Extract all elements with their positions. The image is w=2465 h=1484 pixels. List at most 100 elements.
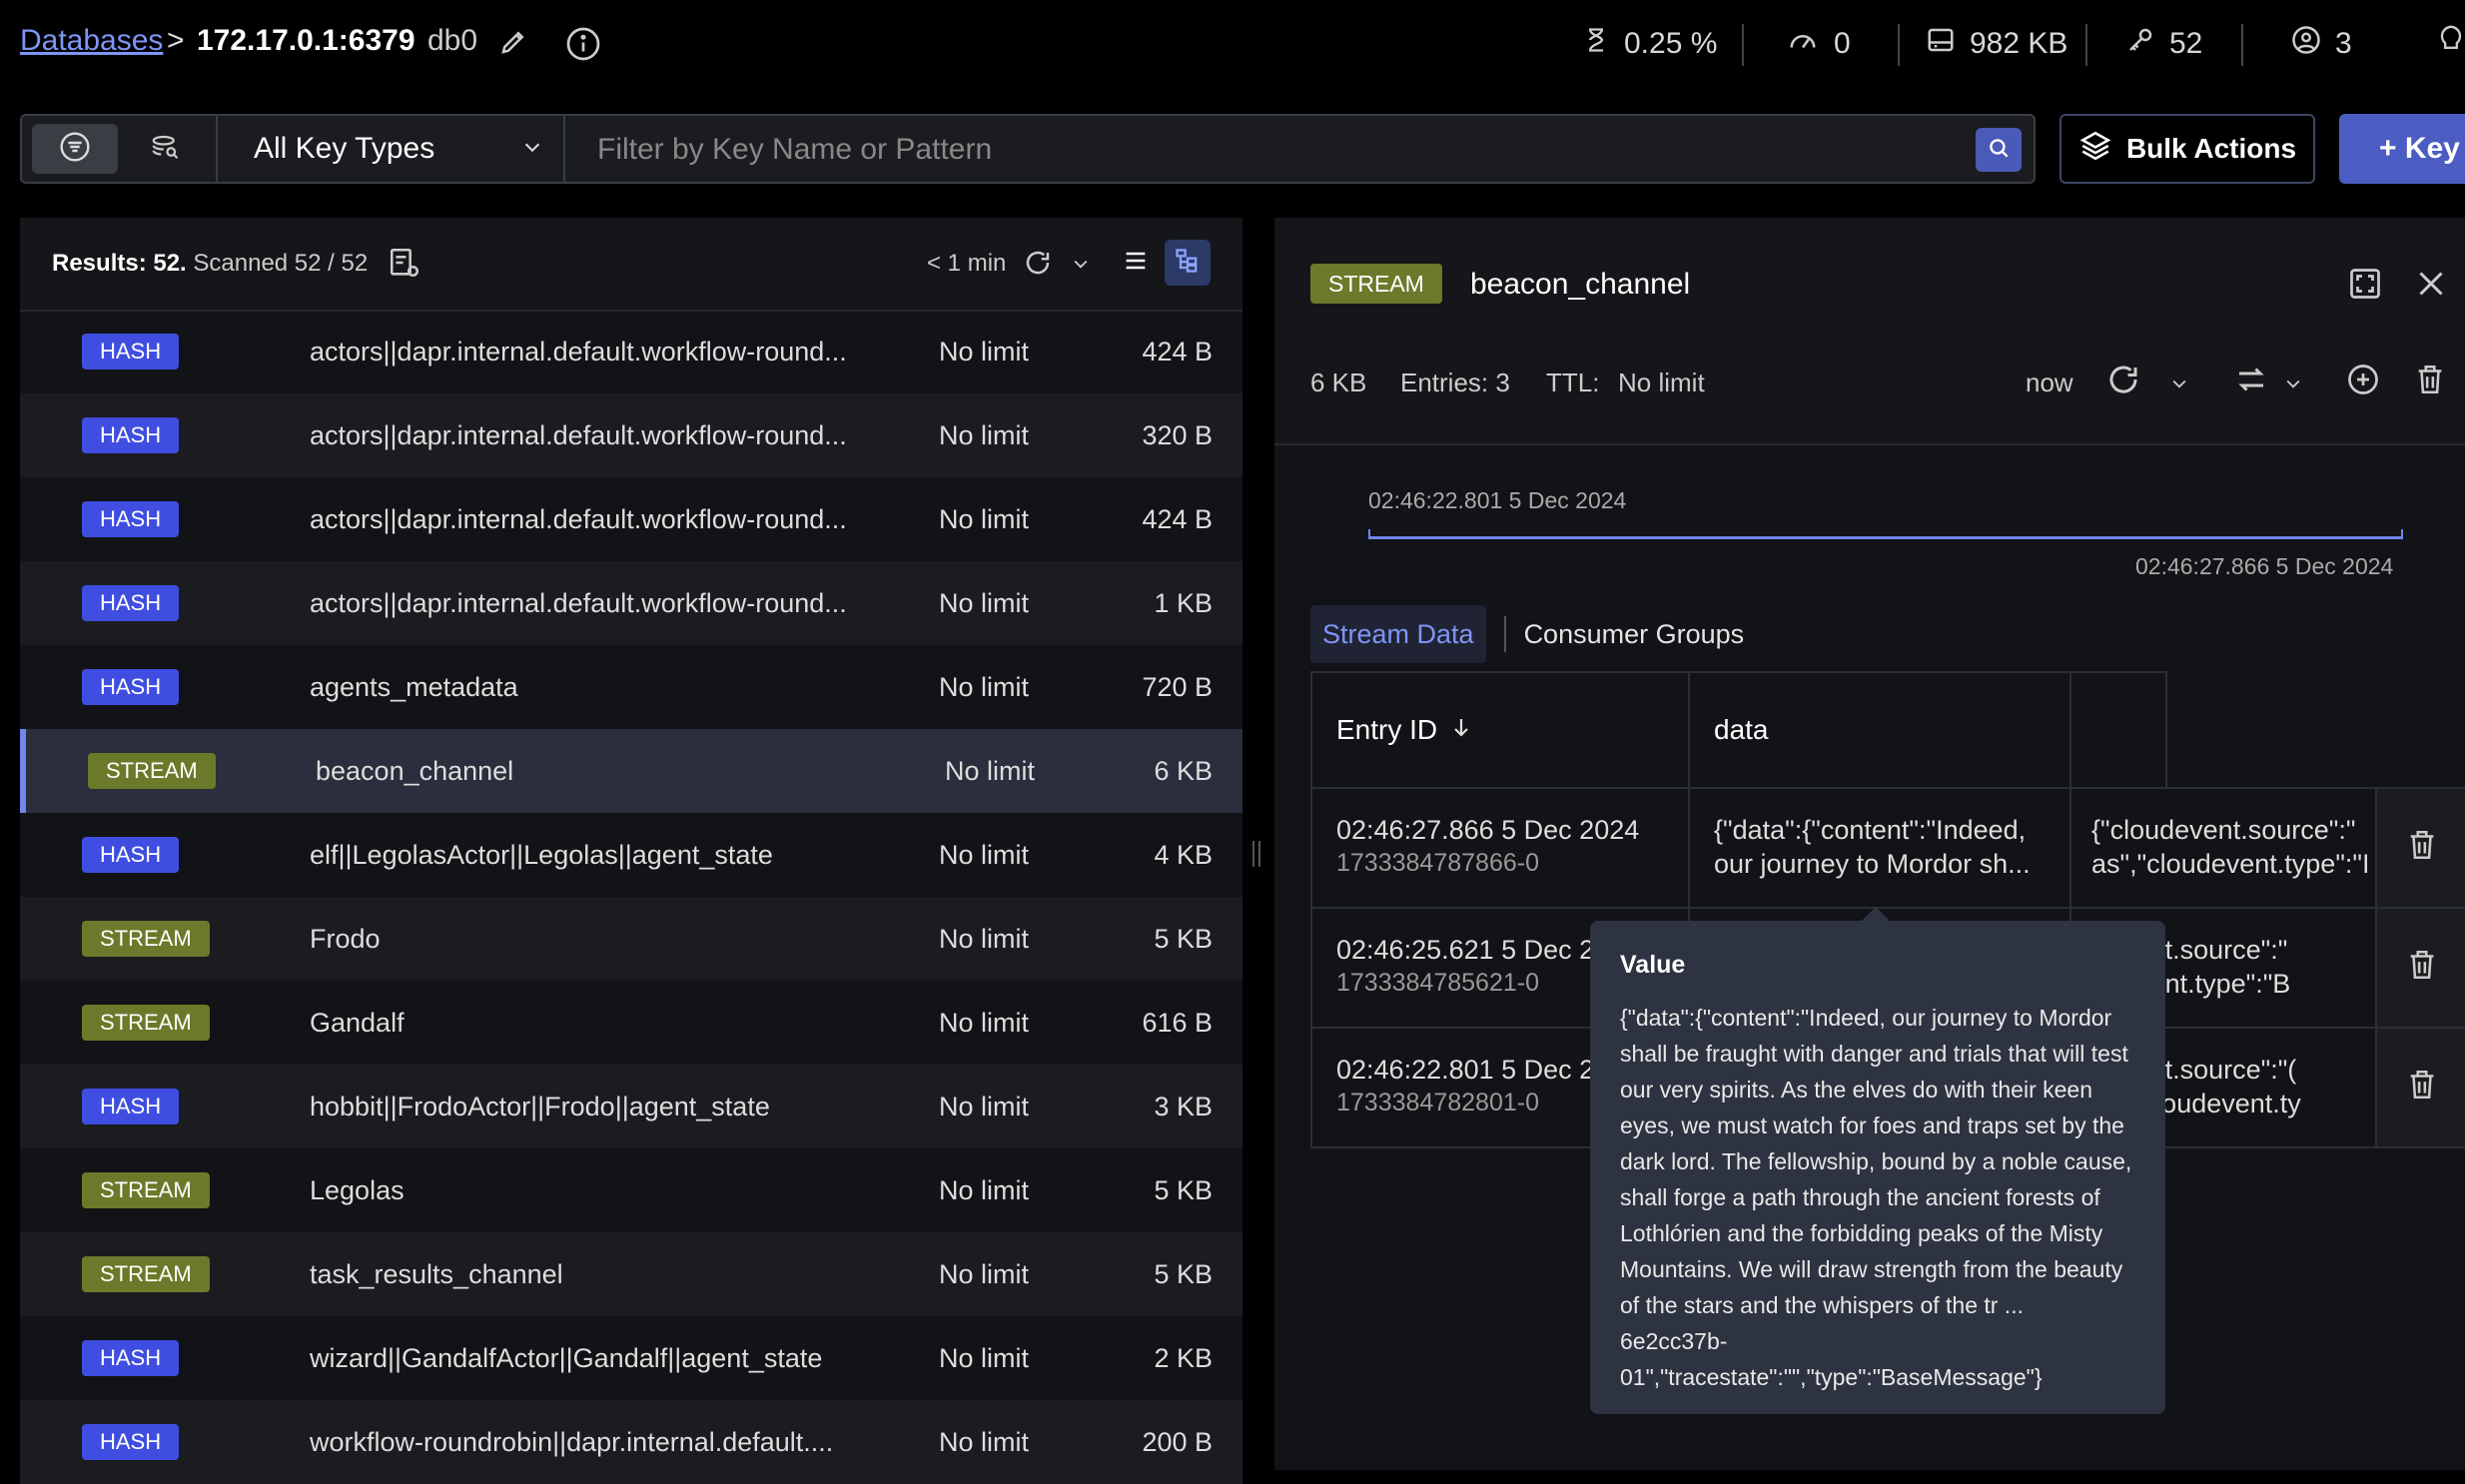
key-size: 720 B: [1142, 671, 1213, 702]
info-icon[interactable]: [563, 24, 603, 64]
key-size: 424 B: [1142, 503, 1213, 534]
key-name: Legolas: [310, 1174, 405, 1205]
entry-data-line: our journey to Mordor sh...: [1714, 849, 2031, 879]
sort-arrow-down-icon: [1449, 714, 1473, 747]
edit-pencil-icon[interactable]: [495, 24, 531, 60]
key-type-badge: HASH: [82, 501, 180, 537]
delete-entry-icon[interactable]: [2405, 947, 2439, 990]
entry-metadata-cell[interactable]: {"cloudevent.source":" as","cloudevent.ty…: [2069, 787, 2377, 909]
entry-id-cell[interactable]: 02:46:27.866 5 Dec 2024 1733384787866-0: [1310, 787, 1690, 909]
tab-consumer-groups[interactable]: Consumer Groups: [1524, 619, 1745, 650]
add-entry-icon[interactable]: [2345, 362, 2381, 402]
key-type-badge: HASH: [82, 837, 180, 873]
key-size: 200 B: [1142, 1426, 1213, 1457]
key-row[interactable]: HASH wizard||GandalfActor||Gandalf||agent…: [20, 1316, 1242, 1400]
key-row[interactable]: HASH hobbit||FrodoActor||Frodo||agent_sta…: [20, 1065, 1242, 1148]
column-header-field: [2069, 671, 2167, 789]
column-header-entry-id[interactable]: Entry ID: [1310, 671, 1690, 789]
key-row[interactable]: HASH actors||dapr.internal.default.workfl…: [20, 561, 1242, 645]
key-row[interactable]: HASH workflow-roundrobin||dapr.internal.d…: [20, 1400, 1242, 1484]
key-name: workflow-roundrobin||dapr.internal.defau…: [310, 1426, 834, 1457]
format-switch-icon[interactable]: [2233, 362, 2269, 402]
entry-data-line: {"data":{"content":"Indeed,: [1714, 815, 2027, 845]
list-view-toggle[interactable]: [32, 124, 118, 174]
entry-id: 1733384782801-0: [1336, 1089, 1539, 1116]
delete-entry-icon[interactable]: [2405, 1067, 2439, 1110]
key-row[interactable]: STREAM task_results_channel No limit 5 KB: [20, 1232, 1242, 1316]
tab-divider: [1503, 616, 1506, 652]
key-size: 616 B: [1142, 1007, 1213, 1038]
stat-divider: [1898, 24, 1900, 66]
key-row[interactable]: HASH actors||dapr.internal.default.workfl…: [20, 393, 1242, 477]
key-row[interactable]: HASH actors||dapr.internal.default.workfl…: [20, 477, 1242, 561]
entry-timestamp: 02:46:27.866 5 Dec 2024: [1336, 815, 1640, 845]
key-ttl: No limit: [939, 419, 1030, 450]
timeline-start: 02:46:22.801 5 Dec 2024: [1368, 487, 1627, 513]
key-type-badge: HASH: [82, 417, 180, 453]
key-type-badge: STREAM: [1310, 264, 1442, 304]
delete-key-icon[interactable]: [2413, 362, 2447, 402]
lightbulb-icon[interactable]: [2437, 22, 2465, 67]
key-row[interactable]: HASH agents_metadata No limit 720 B: [20, 645, 1242, 729]
last-refresh-label: < 1 min: [927, 250, 1007, 277]
key-name: elf||LegolasActor||Legolas||agent_state: [310, 839, 773, 870]
chevron-down-icon[interactable]: [2283, 373, 2303, 398]
memory-icon: [1926, 25, 1956, 63]
key-ttl: No limit: [939, 1426, 1030, 1457]
key-detail-header: STREAM beacon_channel 6 KB Entries: 3 TT…: [1274, 218, 2465, 445]
ttl-value[interactable]: No limit: [1618, 368, 1705, 398]
key-row[interactable]: HASH actors||dapr.internal.default.workfl…: [20, 310, 1242, 393]
chevron-down-icon[interactable]: [1071, 254, 1091, 279]
close-icon[interactable]: [2413, 266, 2449, 307]
timeline-range-slider[interactable]: [1368, 529, 2403, 539]
key-row[interactable]: STREAM beacon_channel No limit 6 KB: [20, 729, 1242, 813]
breadcrumb-databases-link[interactable]: Databases: [20, 24, 163, 58]
key-type-badge: HASH: [82, 1089, 180, 1124]
db-index: db0: [427, 24, 478, 57]
tree-view-icon: [1174, 247, 1202, 280]
add-key-button[interactable]: + Key: [2339, 114, 2465, 184]
key-list-panel: Results: 52. Scanned 52 / 52 < 1 min HAS…: [20, 218, 1242, 1484]
panel-resize-handle[interactable]: [1250, 839, 1262, 869]
key-ttl: No limit: [939, 839, 1030, 870]
entry-metadata-line: as","cloudevent.type":"I: [2091, 849, 2370, 879]
key-name: wizard||GandalfActor||Gandalf||agent_sta…: [310, 1342, 823, 1373]
tab-stream-data[interactable]: Stream Data: [1310, 605, 1486, 663]
key-type-badge: STREAM: [82, 921, 210, 957]
key-row[interactable]: HASH elf||LegolasActor||Legolas||agent_st…: [20, 813, 1242, 897]
scan-settings-icon[interactable]: [388, 246, 421, 285]
key-row[interactable]: STREAM Frodo No limit 5 KB: [20, 897, 1242, 981]
entry-delete-cell[interactable]: [2375, 907, 2465, 1029]
entry-data-cell[interactable]: {"data":{"content":"Indeed, our journey t…: [1688, 787, 2071, 909]
entry-delete-cell[interactable]: [2375, 1027, 2465, 1148]
key-type-badge: STREAM: [82, 1256, 210, 1292]
search-mode-toggle[interactable]: [122, 124, 208, 174]
key-filter-input[interactable]: [567, 118, 2018, 182]
refresh-icon[interactable]: [2105, 362, 2141, 402]
key-type-select[interactable]: All Key Types: [234, 116, 563, 182]
key-row[interactable]: STREAM Gandalf No limit 616 B: [20, 981, 1242, 1065]
bulk-actions-button[interactable]: Bulk Actions: [2059, 114, 2315, 184]
key-name: agents_metadata: [310, 671, 518, 702]
refresh-icon[interactable]: [1023, 248, 1053, 283]
key-size: 424 B: [1142, 336, 1213, 367]
entries-count: Entries: 3: [1400, 368, 1510, 397]
key-name[interactable]: beacon_channel: [1470, 268, 1690, 302]
fullscreen-icon[interactable]: [2347, 266, 2383, 307]
tree-mode-button[interactable]: [1165, 240, 1211, 286]
key-ttl: No limit: [939, 587, 1030, 618]
results-summary: Results: 52. Scanned 52 / 52: [52, 250, 369, 277]
key-row[interactable]: STREAM Legolas No limit 5 KB: [20, 1148, 1242, 1232]
search-button[interactable]: [1976, 128, 2022, 172]
key-icon: [2125, 25, 2155, 63]
key-ttl: No limit: [945, 755, 1036, 786]
delete-entry-icon[interactable]: [2405, 827, 2439, 870]
ops-stat: 0: [1786, 20, 1851, 68]
key-type-badge: HASH: [82, 1424, 180, 1460]
entry-delete-cell[interactable]: [2375, 787, 2465, 909]
key-name: actors||dapr.internal.default.workflow-r…: [310, 503, 847, 534]
key-size: 2 KB: [1154, 1342, 1213, 1373]
chevron-down-icon[interactable]: [2169, 373, 2189, 398]
list-mode-button[interactable]: [1113, 240, 1159, 286]
list-icon: [1122, 247, 1150, 280]
